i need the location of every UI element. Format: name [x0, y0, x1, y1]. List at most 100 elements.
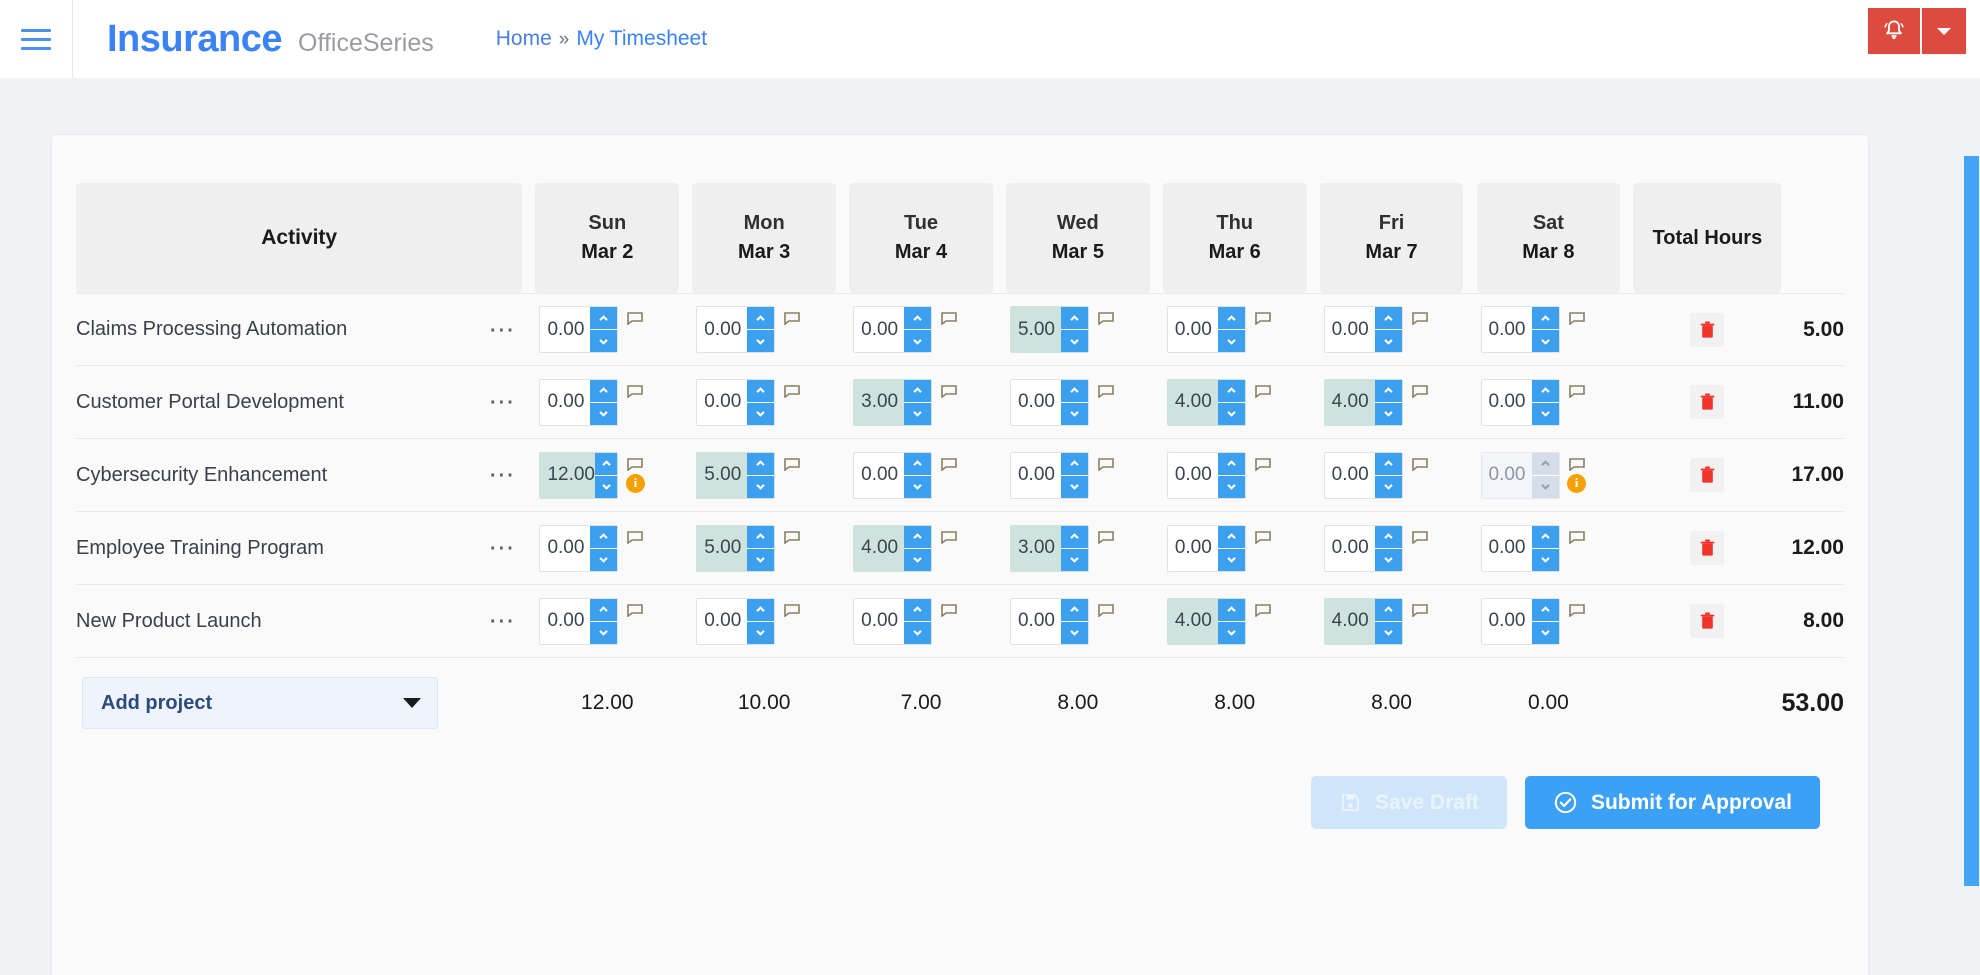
stepper-increment-button[interactable] [1218, 526, 1245, 549]
hours-value[interactable]: 12.00 [540, 453, 595, 498]
hours-stepper[interactable]: 0.00 [1324, 306, 1403, 353]
hours-value[interactable]: 0.00 [1168, 453, 1218, 498]
comment-icon[interactable] [1255, 531, 1271, 544]
hours-stepper[interactable]: 0.00 [539, 525, 618, 572]
hours-value[interactable]: 0.00 [540, 599, 590, 644]
hours-value[interactable]: 4.00 [1168, 380, 1218, 425]
stepper-decrement-button[interactable] [595, 476, 617, 498]
hours-stepper[interactable]: 3.00 [1010, 525, 1089, 572]
hours-stepper[interactable]: 12.00 [539, 452, 618, 499]
stepper-decrement-button[interactable] [904, 330, 931, 352]
hours-value[interactable]: 5.00 [1011, 307, 1061, 352]
hours-value[interactable]: 0.00 [1168, 526, 1218, 571]
comment-icon[interactable] [941, 385, 957, 398]
stepper-decrement-button[interactable] [1532, 403, 1559, 425]
hours-stepper[interactable]: 0.00 [1481, 525, 1560, 572]
comment-icon[interactable] [1569, 531, 1585, 544]
hours-value[interactable]: 0.00 [697, 380, 747, 425]
hours-value[interactable]: 0.00 [1011, 380, 1061, 425]
hours-value[interactable]: 5.00 [697, 453, 747, 498]
hours-value[interactable]: 0.00 [854, 599, 904, 644]
hours-value[interactable]: 4.00 [1325, 599, 1375, 644]
stepper-increment-button[interactable] [747, 599, 774, 622]
stepper-increment-button[interactable] [1218, 307, 1245, 330]
hours-stepper[interactable]: 0.00 [1324, 525, 1403, 572]
stepper-increment-button[interactable] [1061, 380, 1088, 403]
stepper-increment-button[interactable] [1532, 453, 1559, 476]
comment-icon[interactable] [1569, 312, 1585, 325]
hours-value[interactable]: 0.00 [540, 380, 590, 425]
comment-icon[interactable] [1098, 531, 1114, 544]
hours-value[interactable]: 0.00 [1325, 526, 1375, 571]
comment-icon[interactable] [1412, 385, 1428, 398]
hours-value[interactable]: 0.00 [1011, 453, 1061, 498]
stepper-decrement-button[interactable] [1532, 622, 1559, 644]
add-project-dropdown[interactable]: Add project [82, 677, 438, 729]
comment-icon[interactable] [784, 312, 800, 325]
hours-stepper[interactable]: 0.00 [1167, 525, 1246, 572]
stepper-increment-button[interactable] [1218, 453, 1245, 476]
stepper-decrement-button[interactable] [1375, 549, 1402, 571]
row-options-ellipsis-icon[interactable]: ⋯ [482, 467, 522, 483]
stepper-decrement-button[interactable] [904, 622, 931, 644]
stepper-decrement-button[interactable] [590, 403, 617, 425]
comment-icon[interactable] [1098, 312, 1114, 325]
comment-icon[interactable] [784, 531, 800, 544]
hours-value[interactable]: 0.00 [1482, 453, 1532, 498]
stepper-decrement-button[interactable] [904, 549, 931, 571]
delete-row-button[interactable] [1690, 385, 1724, 419]
hours-stepper[interactable]: 4.00 [1167, 598, 1246, 645]
stepper-increment-button[interactable] [590, 526, 617, 549]
stepper-increment-button[interactable] [1218, 380, 1245, 403]
vertical-scrollbar-thumb[interactable] [1964, 156, 1979, 886]
stepper-decrement-button[interactable] [1532, 549, 1559, 571]
hours-stepper[interactable]: 0.00 [853, 306, 932, 353]
hours-stepper[interactable]: 4.00 [853, 525, 932, 572]
stepper-increment-button[interactable] [747, 526, 774, 549]
stepper-increment-button[interactable] [1061, 526, 1088, 549]
stepper-increment-button[interactable] [590, 599, 617, 622]
comment-icon[interactable] [784, 458, 800, 471]
stepper-decrement-button[interactable] [904, 403, 931, 425]
stepper-decrement-button[interactable] [747, 622, 774, 644]
comment-icon[interactable] [1412, 312, 1428, 325]
stepper-increment-button[interactable] [590, 380, 617, 403]
stepper-decrement-button[interactable] [1532, 476, 1559, 498]
hours-stepper[interactable]: 0.00 [1324, 452, 1403, 499]
stepper-decrement-button[interactable] [1218, 403, 1245, 425]
stepper-increment-button[interactable] [1532, 599, 1559, 622]
hours-stepper[interactable]: 0.00 [1481, 598, 1560, 645]
hours-stepper[interactable]: 5.00 [696, 452, 775, 499]
hours-stepper[interactable]: 0.00 [1481, 379, 1560, 426]
stepper-decrement-button[interactable] [1061, 476, 1088, 498]
stepper-increment-button[interactable] [1375, 307, 1402, 330]
row-options-ellipsis-icon[interactable]: ⋯ [482, 394, 522, 410]
stepper-decrement-button[interactable] [1375, 403, 1402, 425]
hours-value[interactable]: 0.00 [540, 307, 590, 352]
stepper-decrement-button[interactable] [590, 330, 617, 352]
stepper-increment-button[interactable] [1061, 307, 1088, 330]
hours-value[interactable]: 0.00 [697, 307, 747, 352]
hours-stepper[interactable]: 5.00 [1010, 306, 1089, 353]
stepper-decrement-button[interactable] [1061, 403, 1088, 425]
comment-icon[interactable] [1569, 458, 1585, 471]
row-options-ellipsis-icon[interactable]: ⋯ [482, 613, 522, 629]
stepper-increment-button[interactable] [1375, 453, 1402, 476]
hours-value[interactable]: 0.00 [854, 453, 904, 498]
stepper-increment-button[interactable] [1061, 453, 1088, 476]
comment-icon[interactable] [941, 604, 957, 617]
stepper-increment-button[interactable] [1532, 380, 1559, 403]
comment-icon[interactable] [1412, 604, 1428, 617]
stepper-increment-button[interactable] [1532, 307, 1559, 330]
stepper-decrement-button[interactable] [1218, 330, 1245, 352]
hours-stepper[interactable]: 0.00 [539, 379, 618, 426]
stepper-decrement-button[interactable] [1375, 330, 1402, 352]
hours-stepper[interactable]: 0.00 [1167, 306, 1246, 353]
delete-row-button[interactable] [1690, 531, 1724, 565]
hours-value[interactable]: 0.00 [1482, 380, 1532, 425]
stepper-decrement-button[interactable] [747, 403, 774, 425]
hours-value[interactable]: 4.00 [1168, 599, 1218, 644]
comment-icon[interactable] [1569, 604, 1585, 617]
stepper-increment-button[interactable] [747, 453, 774, 476]
stepper-increment-button[interactable] [747, 380, 774, 403]
